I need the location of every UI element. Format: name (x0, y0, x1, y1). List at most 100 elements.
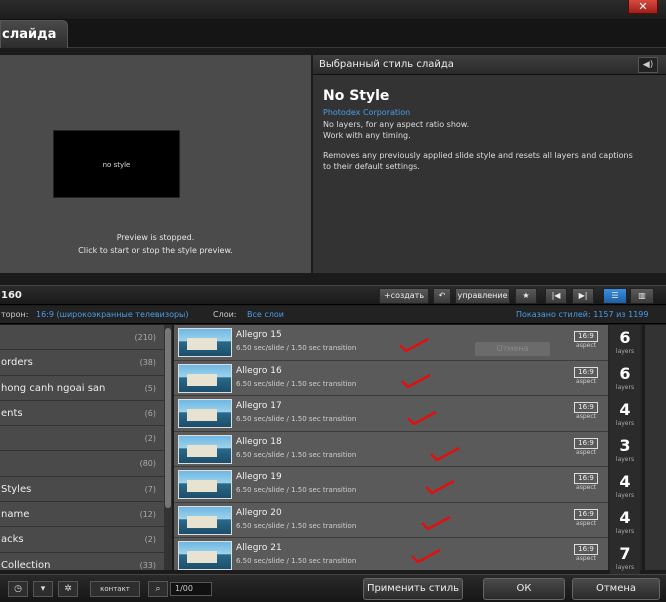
layers-count: 4 layers (610, 469, 640, 505)
style-row[interactable]: Allegro 16 6.50 sec/slide / 1.50 sec tra… (174, 360, 608, 396)
layers-count: 6 layers (610, 325, 640, 361)
style-row[interactable]: Allegro 21 6.50 sec/slide / 1.50 sec tra… (174, 538, 608, 570)
aspect-badge: 16:9 aspect (574, 437, 598, 456)
ok-button[interactable]: ОК (483, 578, 565, 600)
style-row-info: 6.50 sec/slide / 1.50 sec transition (236, 486, 357, 494)
layers-label: Слои: (213, 310, 237, 319)
category-item[interactable]: hong canh ngoai san (5) (0, 376, 170, 401)
first-icon[interactable]: |◀ (545, 288, 567, 304)
aspect-badge: 16:9 aspect (574, 473, 598, 491)
style-row-info: 6.50 sec/slide / 1.50 sec transition (236, 557, 357, 565)
shown-count: Показано стилей: 1157 из 1199 (516, 310, 649, 319)
last-icon[interactable]: ▶| (572, 288, 594, 304)
style-row-info: 6.50 sec/slide / 1.50 sec transition (236, 344, 357, 352)
style-thumbnail (178, 328, 232, 357)
apply-style-button[interactable]: Применить стиль (363, 578, 463, 600)
category-item[interactable]: (80) (0, 451, 170, 477)
category-item[interactable]: name (12) (0, 502, 170, 528)
comment-icon[interactable]: ▾ (33, 581, 53, 597)
dialog-title: слайда (0, 20, 68, 48)
checkmark-icon (411, 548, 441, 564)
style-row-name: Allegro 18 (236, 436, 282, 447)
style-desc-2: Work with any timing. (323, 131, 411, 140)
style-name: No Style (323, 88, 390, 104)
preview-status: Preview is stopped. (116, 233, 195, 242)
star-icon[interactable]: ★ (515, 288, 537, 304)
grid-view-icon[interactable]: ▥ (630, 288, 654, 304)
search-input[interactable]: 1/00 (170, 582, 212, 596)
style-row-info: 6.50 sec/slide / 1.50 sec transition (236, 521, 357, 530)
style-list: Allegro 15 6.50 sec/slide / 1.50 sec tra… (174, 325, 608, 570)
category-item[interactable]: (2) (0, 426, 170, 452)
window-title-bar: ✕ (0, 0, 666, 20)
style-thumbnail (178, 434, 232, 464)
checkmark-icon (407, 410, 437, 426)
title-strip (68, 20, 666, 48)
layers-filter[interactable]: Все слои (247, 310, 284, 319)
style-row[interactable]: Allegro 19 6.50 sec/slide / 1.50 sec tra… (174, 467, 608, 503)
clock-icon[interactable]: ◷ (8, 581, 28, 597)
category-item[interactable]: Styles (7) (0, 477, 170, 503)
layers-count: 6 layers (610, 361, 640, 397)
ghost-cancel-button: Отмена (475, 342, 550, 356)
style-thumbnail (178, 470, 232, 499)
checkmark-icon (399, 337, 429, 353)
checkmark-icon (425, 479, 455, 495)
selected-style-panel: Выбранный стиль слайда ◀) No Style Photo… (313, 55, 666, 273)
layers-count: 4 layers (610, 397, 640, 433)
styles-count: 160 (1, 290, 22, 301)
category-item[interactable]: (210) (0, 325, 170, 351)
style-row[interactable]: Allegro 20 6.50 sec/slide / 1.50 sec tra… (174, 502, 608, 538)
aspect-badge: 16:9 aspect (574, 544, 598, 562)
cancel-button[interactable]: Отмена (572, 578, 660, 600)
style-desc-3: Removes any previously applied slide sty… (323, 151, 633, 160)
preview-screen[interactable]: no style (53, 130, 180, 198)
category-item[interactable]: ents (6) (0, 401, 170, 427)
category-item[interactable]: acks (2) (0, 527, 170, 553)
style-row-name: Allegro 17 (236, 401, 282, 411)
category-item[interactable]: orders (38) (0, 350, 170, 376)
style-row-info: 6.50 sec/slide / 1.50 sec transition (236, 450, 357, 459)
style-row-name: Allegro 21 (236, 543, 282, 553)
aspect-badge: 16:9 aspect (574, 331, 598, 349)
category-item[interactable]: Collection (33) (0, 553, 170, 570)
style-desc-1: No layers, for any aspect ratio show. (323, 120, 470, 129)
style-row-info: 6.50 sec/slide / 1.50 sec transition (236, 379, 357, 388)
ratio-filter[interactable]: 16:9 (широкоэкранные телевизоры) (36, 310, 189, 319)
selected-style-header: Выбранный стиль слайда ◀) (313, 55, 666, 75)
gear-icon[interactable]: ✲ (58, 581, 78, 597)
layers-count: 3 layers (610, 433, 640, 469)
checkmark-icon (421, 515, 451, 531)
manage-button[interactable]: управление (455, 288, 510, 304)
close-button[interactable]: ✕ (628, 0, 658, 14)
selected-style-title: Выбранный стиль слайда (319, 59, 454, 70)
style-row-name: Allegro 20 (236, 507, 282, 518)
style-list-scrollbar[interactable] (645, 325, 666, 570)
style-author-link[interactable]: Photodex Corporation (323, 108, 410, 117)
checkmark-icon (401, 373, 431, 389)
preview-panel[interactable]: no style Preview is stopped. Click to st… (0, 55, 311, 273)
checkmark-icon (430, 446, 460, 462)
style-thumbnail (178, 399, 232, 428)
preview-hint: Click to start or stop the style preview… (78, 246, 233, 255)
style-thumbnail (178, 505, 232, 535)
styles-toolbar: 160 +создать ↶ управление ★ |◀ ▶| ☰ ▥ (0, 285, 666, 305)
aspect-badge: 16:9 aspect (574, 508, 598, 527)
category-scroll-thumb[interactable] (165, 328, 171, 508)
layers-count: 4 layers (610, 505, 640, 541)
category-list: (210) orders (38) hong canh ngoai san (5) … (0, 325, 170, 570)
list-view-icon[interactable]: ☰ (603, 288, 627, 304)
search-icon[interactable]: ⌕ (148, 581, 168, 597)
speaker-icon[interactable]: ◀) (638, 57, 658, 73)
style-row[interactable]: Allegro 18 6.50 sec/slide / 1.50 sec tra… (174, 431, 608, 467)
style-thumbnail (178, 363, 232, 393)
style-row[interactable]: Allegro 17 6.50 sec/slide / 1.50 sec tra… (174, 396, 608, 432)
list-toggle-button[interactable]: контакт (90, 581, 140, 597)
style-row-name: Allegro 15 (236, 330, 282, 340)
style-thumbnail (178, 541, 232, 570)
aspect-badge: 16:9 aspect (574, 402, 598, 420)
undo-icon[interactable]: ↶ (433, 288, 451, 304)
style-desc-4: to their default settings. (323, 162, 420, 171)
style-row-name: Allegro 16 (236, 365, 282, 376)
create-button[interactable]: +создать (379, 288, 429, 304)
